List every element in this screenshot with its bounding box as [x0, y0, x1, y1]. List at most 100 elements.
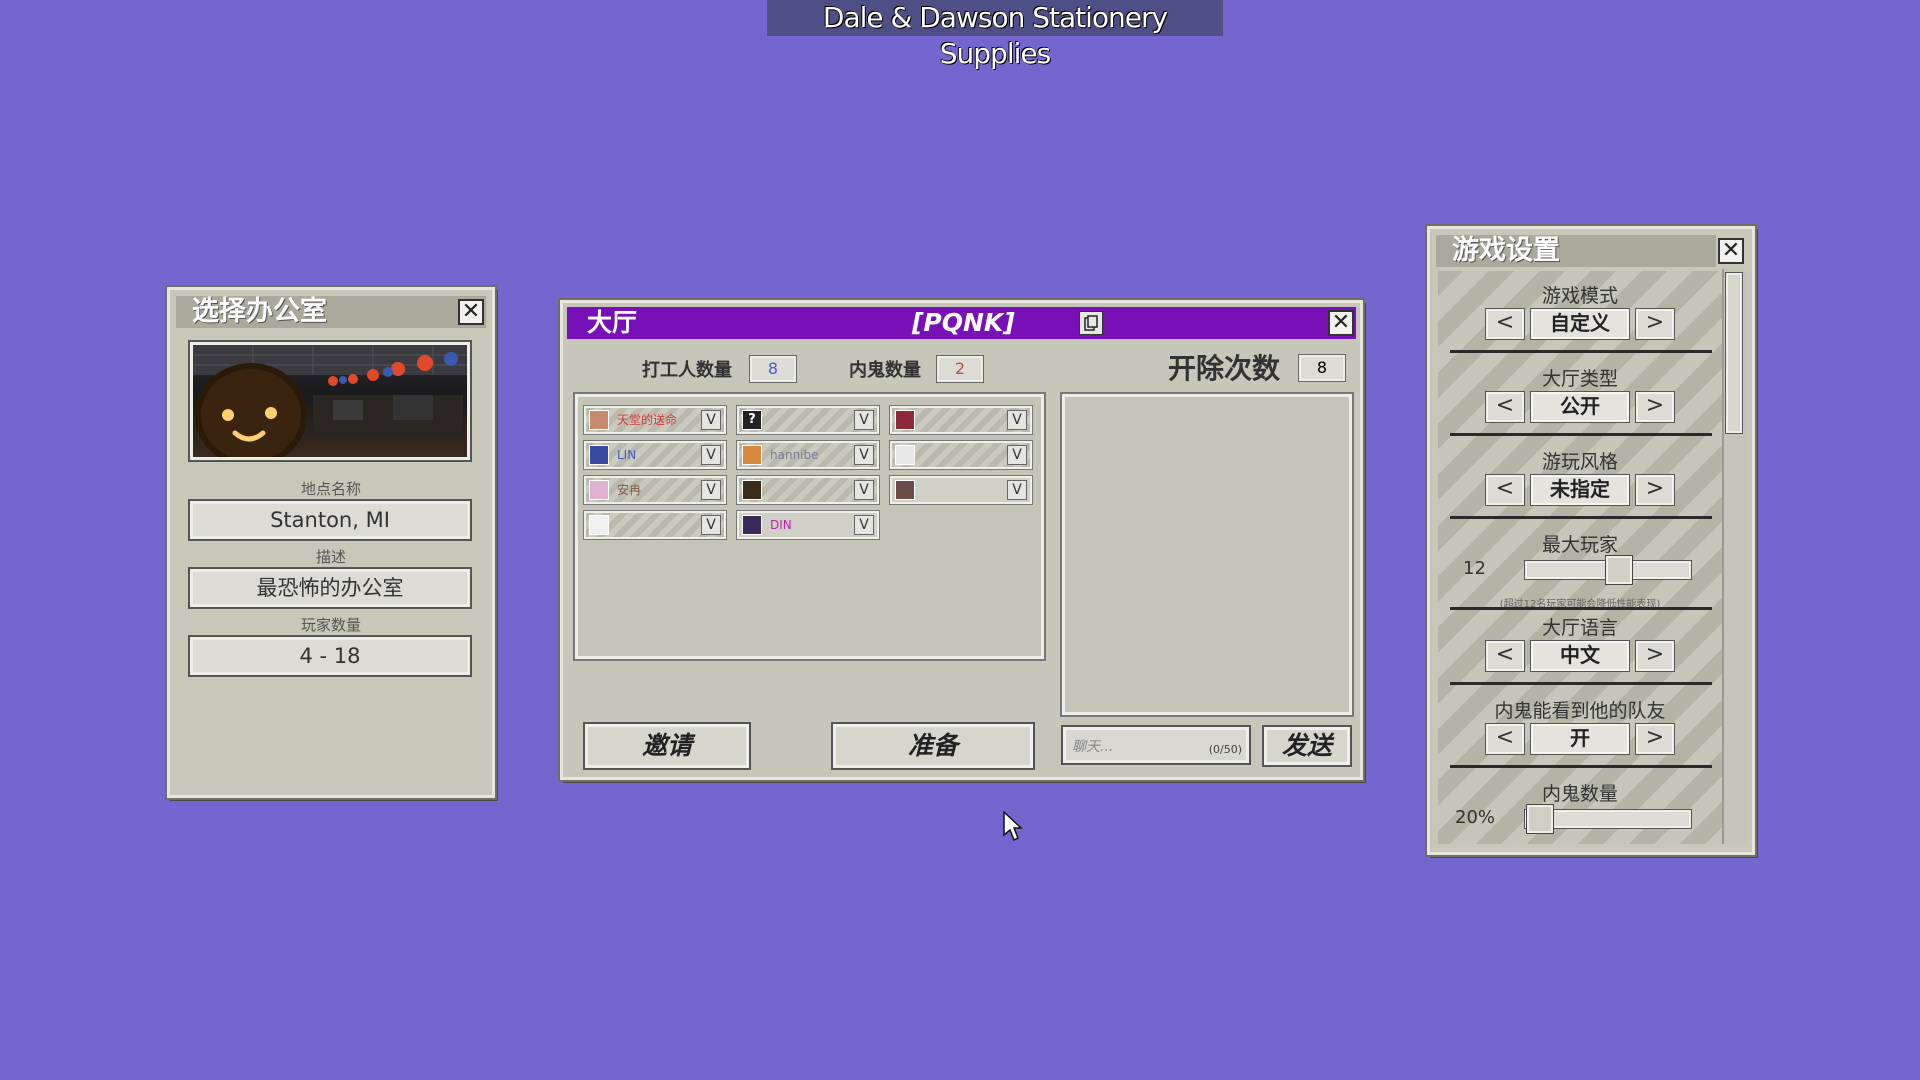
invite-button[interactable]: 邀请 [583, 722, 751, 770]
player-avatar [589, 480, 609, 500]
player-menu-button[interactable]: V [1007, 410, 1027, 430]
player-slot[interactable]: V [889, 440, 1033, 470]
player-slot[interactable]: V [736, 475, 880, 505]
player-slot[interactable]: V [583, 510, 727, 540]
mouse-cursor-icon [1003, 811, 1023, 842]
player-menu-button[interactable]: V [701, 445, 721, 465]
impostors-value: 2 [936, 355, 984, 383]
player-menu-button[interactable]: V [701, 410, 721, 430]
player-menu-button[interactable]: V [854, 445, 874, 465]
player-avatar [895, 410, 915, 430]
player-menu-button[interactable]: V [701, 515, 721, 535]
lobby-type-next-button[interactable]: > [1635, 391, 1675, 423]
location-value: Stanton, MI [188, 499, 472, 541]
lobby-title: 大厅 [587, 308, 638, 337]
impostor-teammates-next-button[interactable]: > [1635, 723, 1675, 755]
player-avatar [589, 410, 609, 430]
workers-value: 8 [749, 355, 797, 383]
player-name: LIN [617, 448, 637, 462]
player-list: 天堂的送命 V? V V LIN Vhannibe V V 安冉 V V V V DIN V [573, 392, 1046, 661]
play-style-label: 游玩风格 [1541, 451, 1618, 473]
chat-counter: (0/50) [1208, 743, 1242, 756]
impostor-teammates-label: 内鬼能看到他的队友 [1494, 700, 1666, 722]
players-count-value: 4 - 18 [188, 635, 472, 677]
fire-count-value: 8 [1298, 354, 1346, 382]
players-count-label: 玩家数量 [300, 616, 361, 634]
impostor-count-label: 内鬼数量 [1541, 783, 1618, 805]
player-avatar [742, 515, 762, 535]
max-players-slider-thumb[interactable] [1605, 555, 1633, 585]
player-avatar [895, 445, 915, 465]
player-avatar [895, 480, 915, 500]
player-avatar: ? [742, 410, 762, 430]
player-slot[interactable]: hannibe V [736, 440, 880, 470]
settings-close-button[interactable]: ✕ [1718, 238, 1744, 264]
player-slot[interactable]: 天堂的送命 V [583, 405, 727, 435]
max-players-label: 最大玩家 [1541, 534, 1618, 556]
lobby-language-value: 中文 [1530, 640, 1630, 672]
game-mode-prev-button[interactable]: < [1485, 308, 1525, 340]
player-menu-button[interactable]: V [701, 480, 721, 500]
divider [1450, 607, 1712, 610]
player-slot[interactable]: 安冉 V [583, 475, 727, 505]
game-settings-window: 游戏设置 ✕ 游戏模式 < 自定义 > 大厅类型 < 公开 > 游玩风格 < 未… [1425, 224, 1757, 857]
impostor-count-value: 20% [1455, 807, 1496, 828]
game-mode-next-button[interactable]: > [1635, 308, 1675, 340]
description-label: 描述 [315, 548, 346, 566]
lobby-type-label: 大厅类型 [1541, 368, 1618, 390]
player-slot[interactable]: V [889, 405, 1033, 435]
lobby-language-next-button[interactable]: > [1635, 640, 1675, 672]
player-menu-button[interactable]: V [854, 515, 874, 535]
player-slot[interactable]: V [889, 475, 1033, 505]
ready-button[interactable]: 准备 [831, 722, 1035, 770]
fire-count-label: 开除次数 [1168, 352, 1281, 385]
divider [1450, 765, 1712, 768]
divider [1450, 350, 1712, 353]
description-value: 最恐怖的办公室 [188, 567, 472, 609]
impostor-count-slider[interactable] [1524, 804, 1692, 834]
max-players-slider[interactable] [1524, 555, 1692, 585]
send-button[interactable]: 发送 [1262, 725, 1352, 767]
player-slot[interactable]: LIN V [583, 440, 727, 470]
player-name: hannibe [770, 448, 819, 462]
app-title: Dale & Dawson Stationery Supplies [767, 0, 1223, 70]
player-slot[interactable]: DIN V [736, 510, 880, 540]
lobby-close-button[interactable]: ✕ [1328, 310, 1354, 336]
player-name: DIN [770, 518, 792, 532]
impostor-teammates-prev-button[interactable]: < [1485, 723, 1525, 755]
player-name: 天堂的送命 [617, 413, 678, 427]
player-avatar [742, 480, 762, 500]
office-select-window: 选择办公室 ✕ 地点名称 Stanton, MI 描述 最恐怖的办公室 玩家数量… [165, 285, 497, 800]
lobby-title-bar: 大厅 [PQNK] [567, 307, 1356, 339]
divider [1450, 516, 1712, 519]
player-avatar [742, 445, 762, 465]
lobby-language-label: 大厅语言 [1541, 617, 1618, 639]
play-style-next-button[interactable]: > [1635, 474, 1675, 506]
player-menu-button[interactable]: V [1007, 445, 1027, 465]
lobby-window: 大厅 [PQNK] ✕ 打工人数量 8 内鬼数量 2 开除次数 8 天堂的送命 V… [558, 298, 1365, 782]
lobby-type-value: 公开 [1530, 391, 1630, 423]
office-close-button[interactable]: ✕ [458, 299, 484, 325]
divider [1450, 433, 1712, 436]
impostors-label: 内鬼数量 [849, 360, 921, 381]
max-players-value: 12 [1463, 558, 1486, 579]
player-avatar [589, 445, 609, 465]
play-style-prev-button[interactable]: < [1485, 474, 1525, 506]
player-menu-button[interactable]: V [1007, 480, 1027, 500]
player-slot[interactable]: ? V [736, 405, 880, 435]
office-preview-image [188, 340, 472, 462]
office-select-title: 选择办公室 [176, 296, 486, 328]
lobby-type-prev-button[interactable]: < [1485, 391, 1525, 423]
impostor-count-slider-thumb[interactable] [1526, 804, 1554, 834]
chat-input[interactable]: 聊天... (0/50) [1061, 725, 1251, 765]
impostor-teammates-value: 开 [1530, 723, 1630, 755]
player-name: 安冉 [617, 483, 642, 497]
settings-scrollbar-thumb[interactable] [1725, 272, 1743, 434]
office-scene-graphic [193, 345, 467, 457]
location-label: 地点名称 [300, 480, 361, 498]
player-menu-button[interactable]: V [854, 410, 874, 430]
player-menu-button[interactable]: V [854, 480, 874, 500]
lobby-language-prev-button[interactable]: < [1485, 640, 1525, 672]
settings-scrollbar[interactable] [1722, 269, 1746, 844]
copy-code-icon[interactable] [1079, 311, 1103, 335]
